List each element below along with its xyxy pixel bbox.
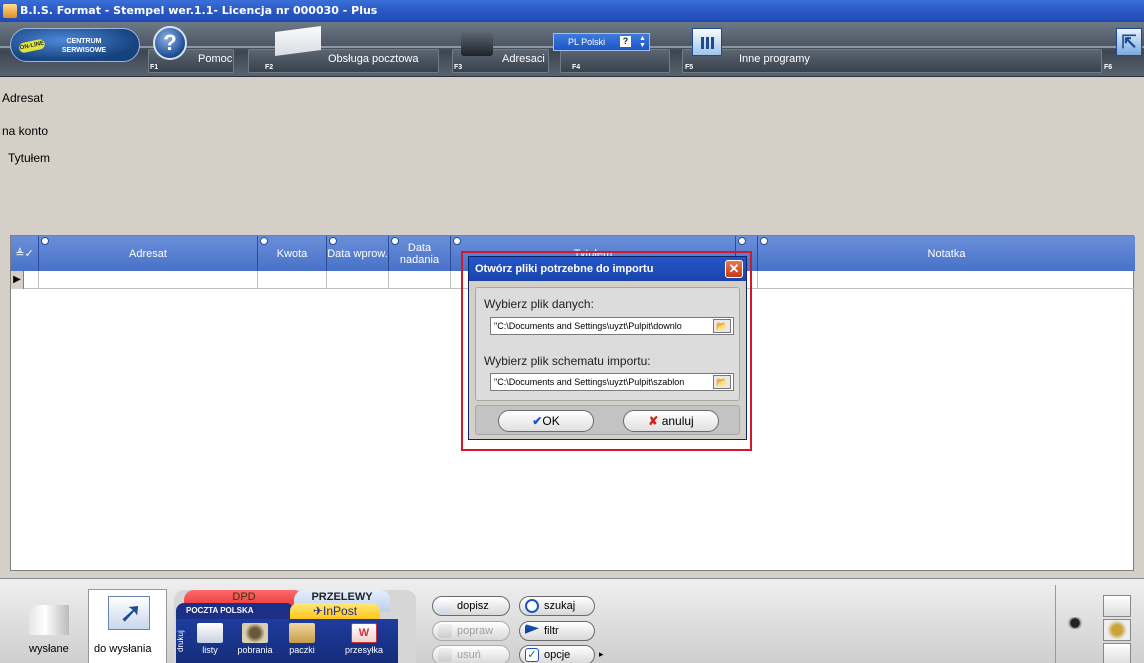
poczta-polska-panel: drukuj listy pobrania paczki W przesyłka	[176, 619, 398, 663]
dialog-title: Otwórz pliki potrzebne do importu	[475, 263, 654, 275]
pomoc-label: Pomoc	[198, 53, 233, 65]
column-notatka[interactable]: Notatka	[758, 236, 1135, 271]
parcel-icon	[289, 623, 315, 643]
app-icon	[3, 4, 17, 18]
radio-icon	[760, 237, 768, 245]
obsluga-pocztowa-label: Obsługa pocztowa	[328, 53, 419, 65]
letter-icon	[197, 623, 223, 643]
schema-file-input[interactable]: "C:\Documents and Settings\uyzt\Pulpit\s…	[490, 373, 734, 391]
envelope-tool-icon[interactable]	[1103, 595, 1131, 617]
schema-file-value: "C:\Documents and Settings\uyzt\Pulpit\s…	[494, 377, 685, 387]
usun-button[interactable]: usuń	[432, 645, 510, 663]
schema-file-label: Wybierz plik schematu importu:	[484, 354, 651, 368]
column-adresat[interactable]: Adresat	[39, 236, 258, 271]
listy-button[interactable]: listy	[192, 619, 228, 663]
row-pointer-icon: ▶	[11, 271, 24, 289]
language-help-icon[interactable]: ?	[620, 36, 631, 47]
filtr-button[interactable]: filtr	[519, 621, 595, 641]
tab-inpost[interactable]: ✈InPost	[290, 603, 380, 619]
main-toolbar: ON-LINE CENTRUM SERWISOWE ? F1 Pomoc F2 …	[0, 22, 1144, 77]
drukuj-label: drukuj	[176, 630, 185, 653]
sort-icons: ≜✓	[15, 247, 34, 260]
column-data-nadania[interactable]: Data nadania	[389, 236, 451, 271]
flag-icon	[525, 624, 539, 634]
column-data-wprow[interactable]: Data wprow.	[327, 236, 389, 271]
ok-button[interactable]: ✔OK	[498, 410, 594, 432]
fkey-f4: F4	[572, 64, 581, 71]
checkbox-icon: ✓	[525, 648, 539, 662]
data-file-input[interactable]: "C:\Documents and Settings\uyzt\Pulpit\d…	[490, 317, 734, 335]
dopisz-button[interactable]: dopisz	[432, 596, 510, 616]
close-icon[interactable]: ✕	[725, 260, 743, 278]
pobrania-button[interactable]: pobrania	[230, 619, 280, 663]
sent-button[interactable]: wysłane	[29, 643, 69, 655]
bottom-bar: wysłane do wysłania DPD PRZELEWY POCZTA …	[0, 578, 1144, 663]
plane-tool-icon[interactable]	[1103, 643, 1131, 663]
folder-open-icon[interactable]: 📂	[713, 375, 731, 389]
adresaci-label: Adresaci	[502, 53, 545, 65]
fkey-f2: F2	[265, 64, 274, 71]
to-send-button[interactable]: do wysłania	[94, 643, 151, 655]
paczki-button[interactable]: paczki	[282, 619, 322, 663]
search-icon	[525, 599, 539, 613]
cancel-button[interactable]: ✘ anuluj	[623, 410, 719, 432]
szukaj-button[interactable]: szukaj	[519, 596, 595, 616]
poczta-polska-label: POCZTA POLSKA	[186, 606, 254, 615]
edit-icon	[438, 624, 452, 638]
grid-sort-marker[interactable]: ≜✓	[11, 236, 39, 271]
opcje-dropdown-icon[interactable]: ▸	[599, 649, 604, 660]
radio-icon	[391, 237, 399, 245]
radio-icon	[453, 237, 461, 245]
radio-icon	[329, 237, 337, 245]
window-title-bar[interactable]: B.I.S. Format - Stempel wer.1.1- Licencj…	[0, 0, 1144, 22]
add-icon	[438, 599, 452, 613]
language-selector[interactable]: PL Polski ? ▲ ▼	[553, 33, 650, 51]
fkey-f5: F5	[685, 64, 694, 71]
check-icon: ✔	[532, 414, 543, 428]
adresat-label: Adresat	[2, 91, 44, 105]
folder-open-icon[interactable]: 📂	[713, 319, 731, 333]
inpost-label: InPost	[323, 604, 358, 618]
tab-poczta-polska[interactable]: POCZTA POLSKA	[176, 603, 294, 619]
x-icon: ✘	[648, 414, 659, 428]
fkey-f6: F6	[1104, 64, 1113, 71]
carrier-tabs: DPD PRZELEWY POCZTA POLSKA ✈InPost druku…	[174, 590, 416, 663]
na-konto-label: na konto	[2, 124, 49, 138]
tytulem-label: Tytułem	[8, 151, 51, 165]
stamp-tool-icon[interactable]	[1103, 619, 1131, 641]
data-file-value: "C:\Documents and Settings\uyzt\Pulpit\d…	[494, 321, 682, 331]
trash-icon	[438, 648, 452, 662]
centrum-serwisowe-button[interactable]: ON-LINE CENTRUM SERWISOWE	[10, 28, 140, 62]
dialog-footer: ✔OK ✘ anuluj	[475, 405, 740, 435]
filter-form: Adresat na konto Tytułem	[0, 78, 1144, 234]
fkey-f3: F3	[454, 64, 463, 71]
data-file-label: Wybierz plik danych:	[484, 297, 594, 311]
window-title: B.I.S. Format - Stempel wer.1.1- Licencj…	[20, 4, 378, 17]
centrum-line1: CENTRUM	[66, 38, 102, 45]
language-value: PL Polski	[568, 37, 606, 47]
radio-icon	[260, 237, 268, 245]
opcje-button[interactable]: ✓ opcje	[519, 645, 595, 663]
import-dialog: Otwórz pliki potrzebne do importu ✕ Wybi…	[468, 256, 747, 440]
cod-icon	[242, 623, 268, 643]
radio-icon	[41, 237, 49, 245]
radio-icon	[738, 237, 746, 245]
przesylka-button[interactable]: W przesyłka	[336, 619, 392, 663]
sent-icon[interactable]	[29, 605, 69, 635]
paper-plane-icon[interactable]	[108, 596, 150, 630]
centrum-line2: SERWISOWE	[61, 47, 107, 54]
dialog-body: Wybierz plik danych: "C:\Documents and S…	[475, 287, 740, 401]
exit-icon[interactable]: ⇱	[1116, 28, 1142, 56]
inne-programy-label: Inne programy	[739, 53, 810, 65]
dialog-title-bar[interactable]: Otwórz pliki potrzebne do importu ✕	[469, 257, 746, 281]
language-spinner-icon[interactable]: ▲ ▼	[639, 35, 646, 49]
eye-icon[interactable]	[1064, 617, 1086, 629]
fkey-f1: F1	[150, 64, 159, 71]
popraw-button[interactable]: popraw	[432, 621, 510, 641]
column-kwota[interactable]: Kwota	[258, 236, 327, 271]
registered-icon: W	[351, 623, 377, 643]
